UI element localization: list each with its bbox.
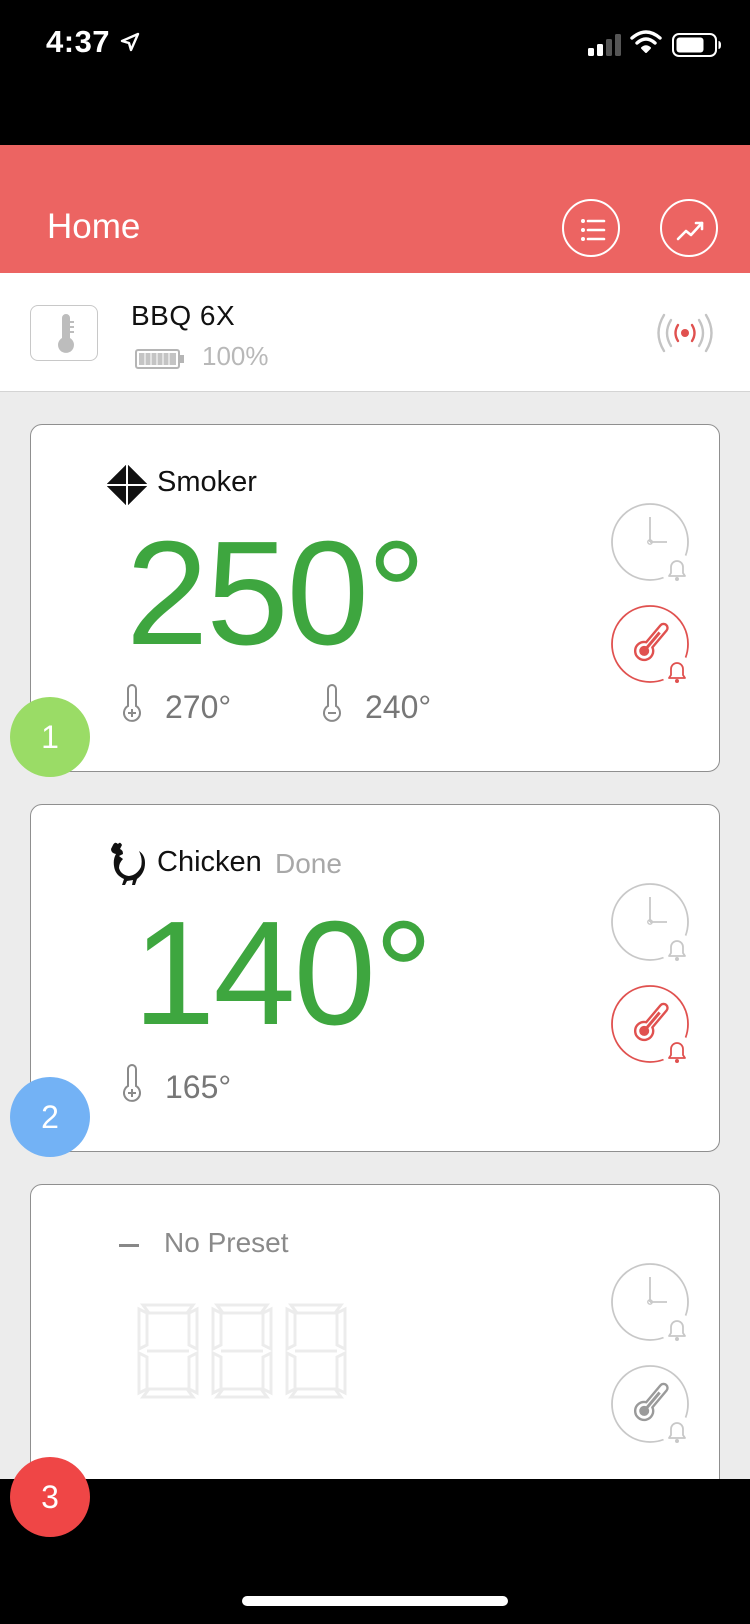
thermometer-minus-icon [323,684,341,722]
thermometer-plus-icon [123,684,141,722]
wifi-icon [630,30,662,53]
battery-percentage: 100% [202,341,269,371]
target-value: 240° [365,689,432,725]
probe-temperature: 250° [126,511,426,676]
no-preset-dash-icon [119,1244,139,1247]
broadcast-signal-icon [657,313,713,353]
probe-temperature: 140° [133,891,433,1056]
app-screen: Home BBQ 6X 100% Smoker 250° 270° 240° C… [0,145,750,1479]
device-icon-box [30,305,98,361]
graph-button[interactable] [660,199,718,257]
app-header: Home [0,145,750,273]
list-button[interactable] [562,199,620,257]
timer-alarm-button[interactable] [611,503,697,589]
smoker-diamond-icon [107,465,147,505]
temperature-alarm-button[interactable] [611,1365,697,1451]
probe-card-1[interactable]: Smoker 250° 270° 240° [30,424,720,772]
list-icon [581,219,606,241]
thermometer-icon [58,314,74,353]
empty-temperature-display: 888 [137,1303,347,1399]
probe-card-2[interactable]: Chicken Done 140° 165° [30,804,720,1152]
probe-number-badge: 3 [10,1457,90,1537]
probe-card-3[interactable]: No Preset 888 [30,1184,720,1479]
battery-icon [135,349,184,369]
probe-number-badge: 2 [10,1077,90,1157]
target-value: 270° [165,689,232,725]
trend-chart-icon [676,221,704,241]
temperature-alarm-button[interactable] [611,605,697,691]
preset-name: Chicken [157,846,262,878]
preset-name: No Preset [164,1227,289,1258]
device-bar[interactable]: BBQ 6X 100% [0,273,750,392]
timer-alarm-button[interactable] [611,1263,697,1349]
page-title: Home [47,207,141,246]
device-name: BBQ 6X [131,300,236,331]
cellular-signal-icon [588,34,621,56]
battery-status-icon [672,33,721,57]
home-indicator[interactable] [242,1596,508,1606]
target-value: 165° [165,1069,232,1105]
status-label: Done [275,848,342,879]
thermometer-plus-icon [123,1064,141,1102]
location-arrow-icon [120,32,140,52]
timer-alarm-button[interactable] [611,883,697,969]
status-time: 4:37 [46,24,111,59]
probe-number-badge: 1 [10,697,90,777]
status-bar: 4:37 [0,0,750,145]
preset-name: Smoker [157,466,257,498]
temperature-alarm-button[interactable] [611,985,697,1071]
rooster-icon [111,842,145,885]
